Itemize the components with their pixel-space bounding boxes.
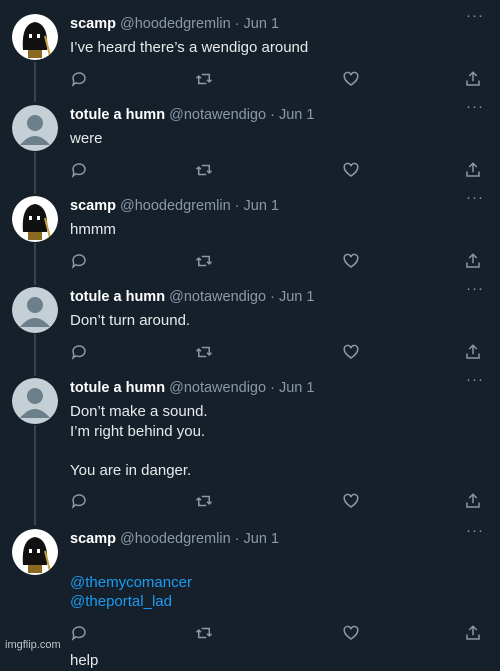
mention-link[interactable]: @theportal_lad [70,593,172,610]
tweet-date[interactable]: Jun 1 [279,107,314,123]
user-handle[interactable]: @notawendigo [169,380,266,396]
mention-link[interactable]: @themycomancer [70,574,192,591]
retweet-icon[interactable] [195,492,213,510]
separator-dot: · [234,198,240,214]
avatar-default-person[interactable] [12,378,58,424]
display-name[interactable]: totule a humn [70,107,165,123]
tweet-text: were [70,130,103,147]
display-name[interactable]: scamp [70,16,116,32]
retweet-icon[interactable] [195,161,213,179]
like-icon[interactable] [342,492,360,510]
tweet-text: hmmm [70,221,116,238]
thread-line [34,425,36,525]
tweet-date[interactable]: Jun 1 [279,289,314,305]
separator-dot: · [270,107,275,123]
avatar-default-person[interactable] [12,287,58,333]
display-name[interactable]: scamp [70,531,116,547]
thread-line [34,334,36,376]
display-name[interactable]: totule a humn [70,289,165,305]
tweet-actions [70,161,482,181]
reply-icon[interactable] [70,624,88,642]
reply-icon[interactable] [70,252,88,270]
avatar-hooded-figure[interactable] [12,529,58,575]
tweet-actions [70,343,482,363]
tweet-header: scamp @hoodedgremlin · Jun 1 [70,531,279,547]
display-name[interactable]: scamp [70,198,116,214]
reply-icon[interactable] [70,492,88,510]
separator-dot: · [234,16,240,32]
tweet-date[interactable]: Jun 1 [279,380,314,396]
share-icon[interactable] [464,492,482,510]
share-icon[interactable] [464,161,482,179]
like-icon[interactable] [342,252,360,270]
more-options-icon[interactable]: ··· [466,7,484,24]
tweet-date[interactable]: Jun 1 [244,198,279,214]
like-icon[interactable] [342,343,360,361]
tweet-header: totule a humn @notawendigo · Jun 1 [70,289,314,305]
separator-dot: · [270,380,275,396]
tweet-date[interactable]: Jun 1 [244,16,279,32]
user-handle[interactable]: @hoodedgremlin [120,531,231,547]
retweet-icon[interactable] [195,70,213,88]
share-icon[interactable] [464,624,482,642]
tweet-actions [70,492,482,512]
tweet-text: I’ve heard there’s a wendigo around [70,39,309,56]
avatar-default-person[interactable] [12,105,58,151]
tweet-message: help [70,652,99,669]
retweet-icon[interactable] [195,624,213,642]
reply-icon[interactable] [70,161,88,179]
tweet-text: Don’t make a sound. I’m right behind you… [70,403,208,479]
more-options-icon[interactable]: ··· [466,371,484,388]
thread-line [34,152,36,194]
retweet-icon[interactable] [195,252,213,270]
tweet-header: scamp @hoodedgremlin · Jun 1 [70,198,279,214]
reply-icon[interactable] [70,343,88,361]
user-handle[interactable]: @notawendigo [169,107,266,123]
tweet-header: totule a humn @notawendigo · Jun 1 [70,380,314,396]
user-handle[interactable]: @hoodedgremlin [120,16,231,32]
reply-icon[interactable] [70,70,88,88]
like-icon[interactable] [342,161,360,179]
retweet-icon[interactable] [195,343,213,361]
thread-line [34,62,36,102]
thread-line [34,243,36,285]
tweet-date[interactable]: Jun 1 [244,531,279,547]
share-icon[interactable] [464,252,482,270]
avatar-hooded-figure[interactable] [12,14,58,60]
tweet-header: totule a humn @notawendigo · Jun 1 [70,107,314,123]
display-name[interactable]: totule a humn [70,380,165,396]
share-icon[interactable] [464,343,482,361]
more-options-icon[interactable]: ··· [466,98,484,115]
user-handle[interactable]: @notawendigo [169,289,266,305]
separator-dot: · [270,289,275,305]
tweet-text: Don’t turn around. [70,312,191,329]
user-handle[interactable]: @hoodedgremlin [120,198,231,214]
tweet-actions [70,252,482,272]
avatar-hooded-figure[interactable] [12,196,58,242]
like-icon[interactable] [342,624,360,642]
like-icon[interactable] [342,70,360,88]
more-options-icon[interactable]: ··· [466,189,484,206]
more-options-icon[interactable]: ··· [466,522,484,539]
tweet-header: scamp @hoodedgremlin · Jun 1 [70,16,279,32]
share-icon[interactable] [464,70,482,88]
tweet-actions [70,624,482,644]
separator-dot: · [234,531,240,547]
watermark: imgflip.com [5,639,61,651]
tweet-actions [70,70,482,90]
more-options-icon[interactable]: ··· [466,280,484,297]
